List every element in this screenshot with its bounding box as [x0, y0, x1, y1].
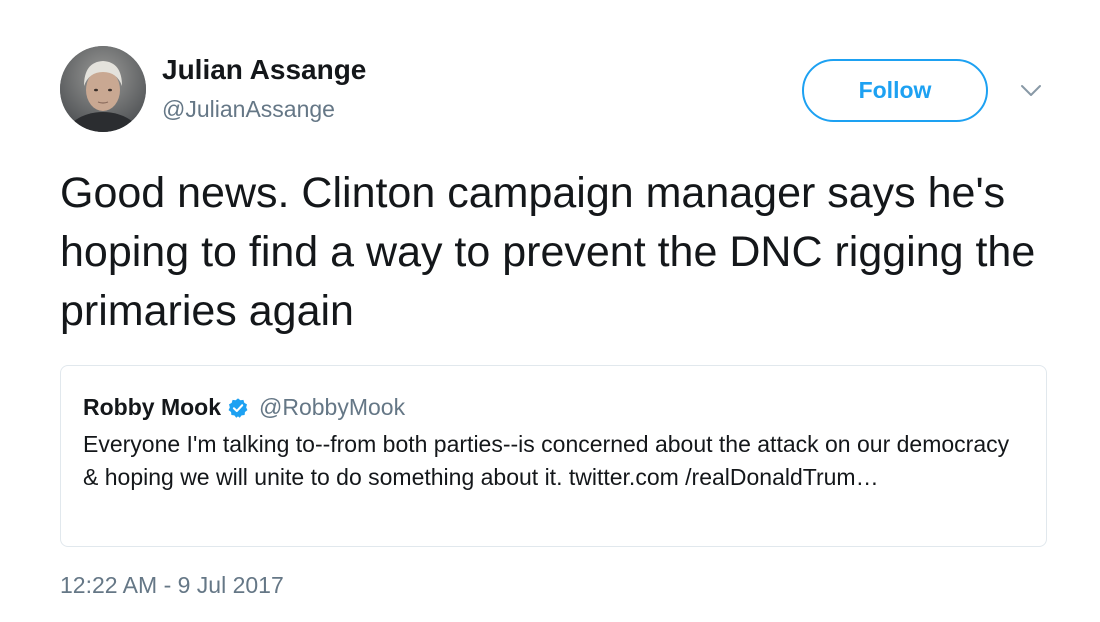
verified-badge-icon — [227, 397, 249, 419]
tweet-card: Julian Assange @JulianAssange Follow Goo… — [0, 0, 1100, 622]
author-avatar[interactable] — [60, 46, 146, 132]
avatar-image — [60, 46, 146, 132]
quoted-author-name: Robby Mook — [83, 394, 221, 420]
author-name[interactable]: Julian Assange — [162, 54, 366, 86]
quoted-tweet-header: Robby Mook @RobbyMook — [83, 394, 405, 421]
tweet-timestamp[interactable]: 12:22 AM - 9 Jul 2017 — [60, 572, 284, 599]
author-handle[interactable]: @JulianAssange — [162, 96, 335, 123]
more-options-button[interactable] — [1014, 76, 1048, 106]
chevron-down-icon — [1021, 85, 1041, 96]
quoted-author-handle: @RobbyMook — [259, 394, 406, 420]
quoted-tweet[interactable]: Robby Mook @RobbyMook Everyone I'm talki… — [60, 365, 1047, 547]
quoted-tweet-text: Everyone I'm talking to--from both parti… — [83, 431, 1010, 490]
tweet-text: Good news. Clinton campaign manager says… — [60, 169, 1036, 335]
follow-button[interactable]: Follow — [802, 59, 988, 122]
